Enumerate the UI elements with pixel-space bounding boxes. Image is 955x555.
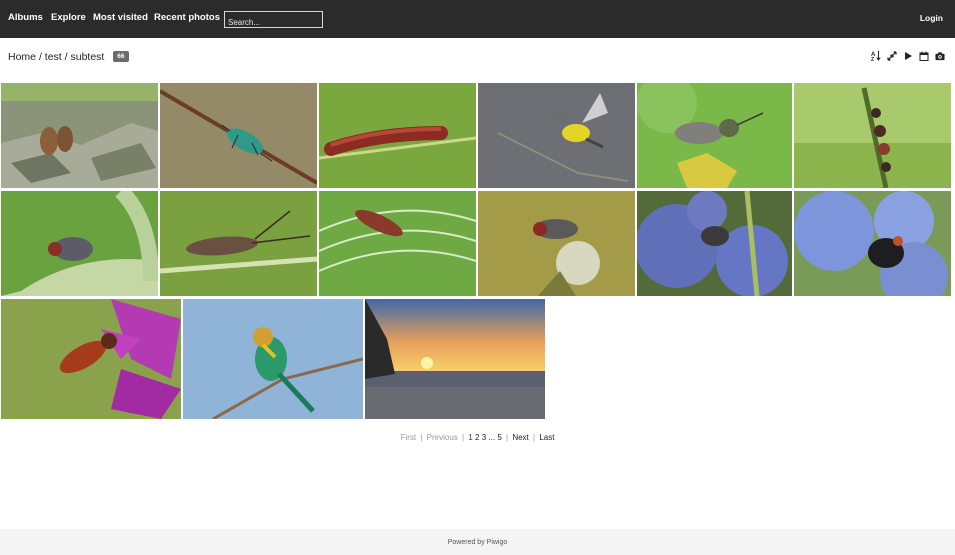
pagination-first: First xyxy=(400,433,417,442)
thumbnail-red-beetle-dewdrops[interactable] xyxy=(319,191,476,296)
pagination-separator: | xyxy=(462,433,465,442)
photo-count-badge: 66 xyxy=(113,51,129,62)
play-icon[interactable] xyxy=(903,50,913,61)
svg-text:Z: Z xyxy=(871,57,874,61)
pagination-separator: | xyxy=(506,433,509,442)
pagination-page-3[interactable]: 3 xyxy=(482,433,486,442)
page-footer: Powered by Piwigo xyxy=(0,529,955,555)
pagination-previous: Previous xyxy=(426,433,458,442)
thumbnail-marmots-on-rocks[interactable] xyxy=(1,83,158,188)
slideshow-mode-icon[interactable] xyxy=(887,50,897,61)
pagination-page-5[interactable]: 5 xyxy=(497,433,501,442)
pagination-separator: | xyxy=(533,433,536,442)
thumbnail-bee-on-blue-geranium[interactable] xyxy=(637,191,792,296)
pagination-page-2[interactable]: 2 xyxy=(475,433,479,442)
nav-explore[interactable]: Explore xyxy=(51,12,86,23)
footer-text[interactable]: Powered by Piwigo xyxy=(448,539,508,546)
breadcrumb-album[interactable]: test xyxy=(45,51,62,63)
sort-order-icon[interactable]: AZ xyxy=(871,50,881,61)
thumbnail-longhorn-beetle-on-grass[interactable] xyxy=(160,191,317,296)
album-toolbar: AZ xyxy=(871,50,945,62)
nav-recent-photos[interactable]: Recent photos xyxy=(154,12,220,23)
calendar-icon[interactable] xyxy=(919,50,929,61)
camera-icon[interactable] xyxy=(935,50,945,61)
thumbnail-green-weevil-on-twig[interactable] xyxy=(160,83,317,188)
pagination-next[interactable]: Next xyxy=(512,433,528,442)
breadcrumb: Home / test / subtest 66 xyxy=(8,51,129,63)
thumbnail-hornet-fly-on-purple-flower[interactable] xyxy=(1,299,181,419)
thumbnail-fly-on-seedhead[interactable] xyxy=(478,191,635,296)
pagination-ellipsis: ... xyxy=(488,433,496,442)
nav-most-visited[interactable]: Most visited xyxy=(93,12,148,23)
thumbnail-red-caterpillar-on-stem[interactable] xyxy=(319,83,476,188)
thumbnail-aphids-on-stem[interactable] xyxy=(794,83,951,188)
breadcrumb-current[interactable]: subtest xyxy=(70,51,104,63)
thumbnail-bumblebee-in-blue-flower[interactable] xyxy=(794,191,951,296)
breadcrumb-separator: / xyxy=(64,51,68,63)
pagination-page-1: 1 xyxy=(468,433,473,442)
pagination-separator: | xyxy=(420,433,423,442)
thumbnail-horse-fly-on-flower[interactable] xyxy=(637,83,792,188)
search-input[interactable] xyxy=(225,15,322,30)
thumbnail-fly-on-leaf[interactable] xyxy=(1,191,158,296)
thumbnail-sunset-over-beach[interactable] xyxy=(365,299,545,419)
thumbnail-bee-eater-bird[interactable] xyxy=(183,299,363,419)
breadcrumb-separator: / xyxy=(38,51,42,63)
search-box xyxy=(224,11,323,30)
login-link[interactable]: Login xyxy=(920,13,943,23)
nav-albums[interactable]: Albums xyxy=(8,12,43,23)
pagination: First | Previous | 1 2 3 ... 5 | Next | … xyxy=(0,433,955,442)
pagination-last[interactable]: Last xyxy=(539,433,554,442)
thumbnail-wagtail-bird-on-branch[interactable] xyxy=(478,83,635,188)
breadcrumb-home[interactable]: Home xyxy=(8,51,36,63)
top-navbar: Albums Explore Most visited Recent photo… xyxy=(0,0,955,38)
